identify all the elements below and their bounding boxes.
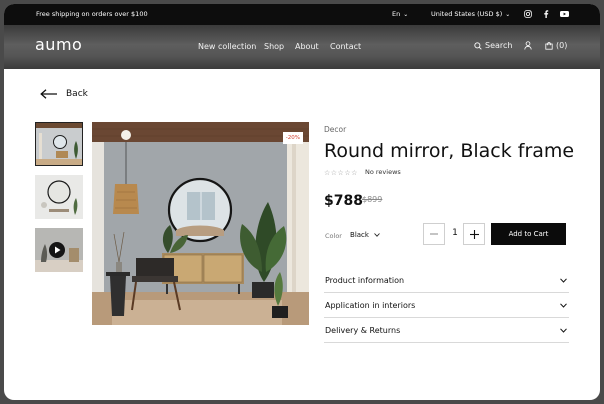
page-frame: Free shipping on orders over $100 En ⌄ Un… <box>4 4 600 400</box>
instagram-icon[interactable] <box>522 8 534 20</box>
back-label: Back <box>66 89 88 99</box>
nav-item-about[interactable]: About <box>295 42 319 51</box>
cart-button[interactable]: (0) <box>545 41 567 50</box>
brand-logo[interactable]: aumo <box>35 35 82 54</box>
announcement-bar: Free shipping on orders over $100 En ⌄ Un… <box>4 4 600 25</box>
cart-count: (0) <box>556 41 568 50</box>
cart-icon <box>545 41 553 50</box>
quantity-value[interactable]: 1 <box>445 228 465 238</box>
reviews-count[interactable]: No reviews <box>365 168 401 176</box>
product-category[interactable]: Decor <box>324 125 346 134</box>
language-selector[interactable]: En ⌄ <box>392 10 408 18</box>
thumbnail-image-3 <box>35 228 83 272</box>
accordion-product-information[interactable]: Product information <box>324 268 569 293</box>
chevron-down-icon <box>374 233 380 237</box>
discount-badge: -20% <box>282 132 303 144</box>
plus-icon <box>469 229 479 239</box>
nav-item-new-collection[interactable]: New collection <box>198 42 256 51</box>
chevron-down-icon <box>560 276 567 285</box>
language-value: En <box>392 10 401 18</box>
user-icon[interactable] <box>524 41 532 50</box>
back-arrow-icon <box>40 89 58 99</box>
thumbnail-image-1 <box>36 123 82 165</box>
thumbnail-1[interactable] <box>35 122 83 166</box>
original-price: $899 <box>362 195 383 204</box>
color-label: Color <box>325 232 342 240</box>
star-rating: ☆☆☆☆☆ <box>324 169 358 177</box>
product-title: Round mirror, Black frame <box>324 140 575 162</box>
back-link[interactable]: Back <box>40 89 88 99</box>
search-button[interactable]: Search <box>474 41 512 50</box>
search-label: Search <box>485 41 513 50</box>
quantity-increase-button[interactable] <box>463 223 485 245</box>
nav-item-contact[interactable]: Contact <box>330 42 361 51</box>
chevron-down-icon: ⌄ <box>403 11 409 18</box>
youtube-icon[interactable] <box>558 8 570 20</box>
thumbnail-2[interactable] <box>35 175 83 219</box>
add-to-cart-button[interactable]: Add to Cart <box>491 223 566 245</box>
thumbnail-image-2 <box>35 175 83 219</box>
accordion-label: Application in interiors <box>325 301 416 310</box>
site-header: aumo New collection Shop About Contact S… <box>4 25 600 69</box>
region-value: United States (USD $) <box>431 10 503 18</box>
accordion-application-in-interiors[interactable]: Application in interiors <box>324 293 569 318</box>
color-value: Black <box>350 231 369 239</box>
accordion-label: Product information <box>325 276 405 285</box>
nav-item-shop[interactable]: Shop <box>264 42 284 51</box>
product-price: $788 <box>324 193 363 209</box>
chevron-down-icon <box>560 326 567 335</box>
chevron-down-icon <box>560 301 567 310</box>
accordion-delivery-returns[interactable]: Delivery & Returns <box>324 318 569 343</box>
chevron-down-icon: ⌄ <box>505 11 511 18</box>
facebook-icon[interactable] <box>540 8 552 20</box>
region-selector[interactable]: United States (USD $) ⌄ <box>431 10 510 18</box>
shipping-notice: Free shipping on orders over $100 <box>36 10 148 18</box>
search-icon <box>474 41 482 50</box>
accordion-label: Delivery & Returns <box>325 326 401 335</box>
main-product-image[interactable]: -20% <box>92 122 309 325</box>
thumbnail-3[interactable] <box>35 228 83 272</box>
quantity-decrease-button[interactable] <box>423 223 445 245</box>
color-select[interactable]: Black <box>347 225 383 245</box>
room-scene <box>92 122 309 325</box>
minus-icon <box>430 233 438 235</box>
